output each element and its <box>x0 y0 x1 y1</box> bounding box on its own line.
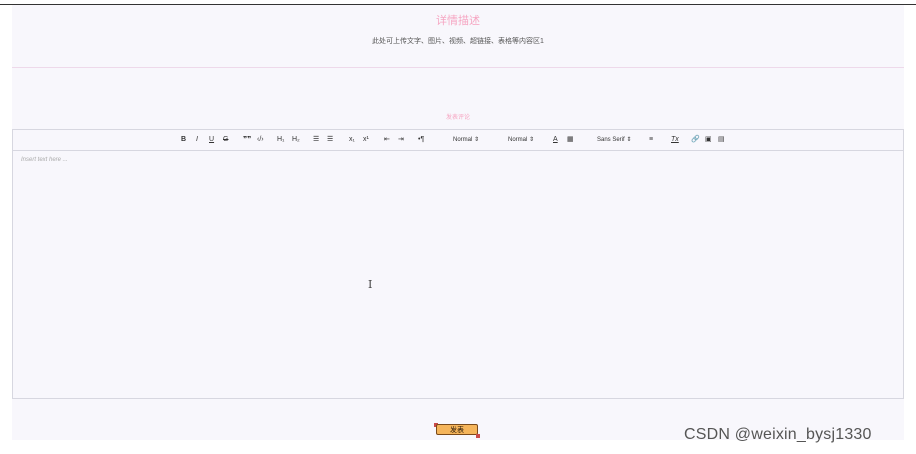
editor-toolbar: B I U G ❞❞ ‹/› H₁ H₂ ☰ ☰ x₁ x¹ ⇤ ⇥ •¶ No… <box>13 130 903 151</box>
detail-title: 详情描述 <box>436 15 480 27</box>
indent-button[interactable]: ⇥ <box>398 136 404 144</box>
code-block-button[interactable]: ‹/› <box>257 136 264 144</box>
text-direction-button[interactable]: •¶ <box>418 136 424 144</box>
text-cursor-icon: I <box>368 278 373 291</box>
bullet-list-button[interactable]: ☰ <box>327 136 333 144</box>
detail-page: 详情描述 此处可上传文字、图片、视频、超链接、表格等内容区1 发表评论 B I … <box>12 5 904 440</box>
submit-button-wrapper: 发表 <box>434 423 480 438</box>
font-color-button[interactable]: A <box>553 136 558 144</box>
bold-button[interactable]: B <box>181 136 186 144</box>
section-divider <box>12 67 904 68</box>
align-button[interactable]: ≡ <box>649 136 653 144</box>
italic-button[interactable]: I <box>196 136 198 144</box>
background-color-button[interactable]: ▦ <box>567 136 574 144</box>
submit-comment-button[interactable]: 发表 <box>436 424 478 435</box>
watermark: CSDN @weixin_bysj1330 <box>684 426 872 443</box>
font-select[interactable]: Sans Serif ⇕ <box>597 136 631 144</box>
header-select[interactable]: Normal ⇕ <box>508 136 534 144</box>
link-button[interactable]: 🔗 <box>691 136 700 144</box>
detail-content: 此处可上传文字、图片、视频、超链接、表格等内容区1 <box>372 38 544 45</box>
header1-button[interactable]: H₁ <box>277 136 284 144</box>
superscript-button[interactable]: x¹ <box>363 136 369 144</box>
underline-button[interactable]: U <box>209 136 214 144</box>
comment-title: 发表评论 <box>445 115 470 121</box>
editor-input[interactable]: Insert text here ... <box>21 157 68 163</box>
outdent-button[interactable]: ⇤ <box>384 136 390 144</box>
strike-button[interactable]: G <box>223 136 228 144</box>
size-select[interactable]: Normal ⇕ <box>453 136 479 144</box>
rich-text-editor[interactable]: B I U G ❞❞ ‹/› H₁ H₂ ☰ ☰ x₁ x¹ ⇤ ⇥ •¶ No… <box>12 129 904 399</box>
clean-format-button[interactable]: Tx <box>671 136 679 144</box>
subscript-button[interactable]: x₁ <box>349 136 355 144</box>
video-button[interactable]: ▤ <box>718 136 725 144</box>
button-corner-decoration <box>476 434 480 438</box>
header2-button[interactable]: H₂ <box>292 136 300 144</box>
blockquote-button[interactable]: ❞❞ <box>243 136 251 144</box>
image-button[interactable]: ▣ <box>705 136 712 144</box>
ordered-list-button[interactable]: ☰ <box>313 136 319 144</box>
